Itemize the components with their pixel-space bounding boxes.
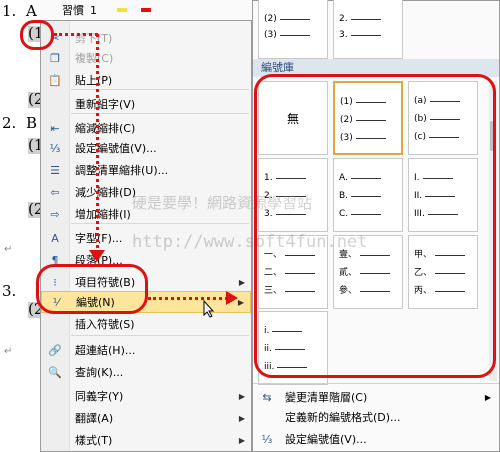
menu-icon-blank xyxy=(41,313,69,335)
annotation-arrow-line xyxy=(96,34,99,254)
menu-item-label: 查詢(K)... xyxy=(75,366,124,379)
recent-numbering-tile-1[interactable]: (2) (3) xyxy=(258,0,328,59)
highlight-swatch[interactable] xyxy=(117,8,127,12)
paragraph-mark: ↵ xyxy=(4,346,13,357)
doc-line-text: A xyxy=(26,2,37,20)
list-level-icon: ⇆ xyxy=(262,390,272,404)
menu-icon-blank xyxy=(41,93,69,115)
submenu-arrow-icon: ▶ xyxy=(238,413,245,423)
menu-item-label: 貼上(P) xyxy=(75,74,113,87)
numbering-footer-item-0[interactable]: ⇆ 變更清單階層(C) ▶ xyxy=(253,387,499,407)
menu-item-label: 設定編號值(V)... xyxy=(75,142,157,155)
doc-line-number: 3. xyxy=(2,282,17,300)
numbering-value-icon: ⅓ xyxy=(49,141,61,155)
mouse-cursor-icon xyxy=(203,300,215,318)
menu-item-label: 同義字(Y) xyxy=(75,390,124,403)
font-icon: A xyxy=(51,231,59,245)
menu-item-label: 減少縮排(D) xyxy=(75,186,137,199)
paragraph-mark: ↵ xyxy=(4,244,13,255)
menu-icon-blank xyxy=(41,385,69,407)
menu-item-label: 複製(C) xyxy=(75,52,114,65)
menu-item-label: 樣式(T) xyxy=(75,434,113,447)
menu-item-14[interactable]: 🔗 超連結(H)... xyxy=(41,339,251,361)
menu-item-label: 縮減縮排(C) xyxy=(75,122,136,135)
annotation-circle-library xyxy=(254,74,496,378)
outdent-icon: ⇦ xyxy=(50,185,60,199)
menu-item-0[interactable]: ✂ 剪下(T) xyxy=(41,27,251,49)
submenu-arrow-icon: ▶ xyxy=(237,297,244,307)
menu-item-1[interactable]: ❐ 複製(C) xyxy=(41,47,251,69)
menu-item-18[interactable]: 樣式(T) ▶ xyxy=(41,429,251,451)
annotation-arrow-line xyxy=(148,297,228,300)
menu-item-3[interactable]: 重新組字(V) xyxy=(41,93,251,115)
menu-item-16[interactable]: 同義字(Y) ▶ xyxy=(41,385,251,407)
doc-line-number: 1. xyxy=(2,2,17,20)
list-indent-icon: ☰ xyxy=(50,163,60,177)
footer-item-label: 變更清單階層(C) xyxy=(285,391,368,404)
annotation-circle-menu xyxy=(36,264,148,314)
decrease-indent-icon: ⇤ xyxy=(50,121,60,135)
doc-line-number: 2. xyxy=(2,114,17,132)
numbering-footer-item-2[interactable]: ⅓ 設定編號值(V)... xyxy=(253,429,499,449)
font-color-swatch[interactable] xyxy=(141,8,151,12)
set-value-icon: ⅓ xyxy=(261,432,273,446)
annotation-circle-source xyxy=(20,20,54,50)
indent-icon: ⇨ xyxy=(50,207,60,221)
style-dropdown[interactable]: 習慣 xyxy=(40,2,84,18)
menu-item-6[interactable]: ☰ 調整清單縮排(U)... xyxy=(41,159,251,181)
font-size-dropdown[interactable]: 1 xyxy=(84,4,97,17)
hyperlink-icon: 🔗 xyxy=(48,343,62,357)
menu-item-label: 增加縮排(I) xyxy=(75,208,131,221)
submenu-arrow-icon: ▶ xyxy=(238,435,245,445)
mini-toolbar: 習慣 1 xyxy=(40,0,252,21)
menu-item-label: 插入符號(S) xyxy=(75,318,135,331)
menu-item-label: 超連結(H)... xyxy=(75,344,136,357)
submenu-arrow-icon: ▶ xyxy=(238,277,245,287)
numbering-footer-item-1[interactable]: 定義新的編號格式(D)... xyxy=(253,407,499,427)
annotation-arrow-head xyxy=(89,250,105,262)
submenu-arrow-icon: ▶ xyxy=(238,391,245,401)
menu-item-2[interactable]: 📋 貼上(P) xyxy=(41,69,251,91)
menu-item-13[interactable]: 插入符號(S) xyxy=(41,313,251,335)
submenu-arrow-icon: ▶ xyxy=(484,392,491,402)
annotation-arrow-line xyxy=(54,33,98,36)
footer-item-label: 設定編號值(V)... xyxy=(285,433,367,446)
menu-icon-blank xyxy=(41,407,69,429)
menu-item-4[interactable]: ⇤ 縮減縮排(C) xyxy=(41,117,251,139)
recent-numbering-tile-2[interactable]: 2. 3. xyxy=(333,0,403,59)
copy-icon: ❐ xyxy=(50,51,60,65)
menu-item-17[interactable]: 翻譯(A) ▶ xyxy=(41,407,251,429)
doc-line-text: B xyxy=(26,114,38,132)
menu-item-label: 翻譯(A) xyxy=(75,412,114,425)
paste-icon: 📋 xyxy=(48,73,62,87)
menu-item-5[interactable]: ⅓ 設定編號值(V)... xyxy=(41,137,251,159)
menu-item-label: 重新組字(V) xyxy=(75,98,136,111)
menu-icon-blank xyxy=(41,429,69,451)
menu-item-15[interactable]: 🔍 查詢(K)... xyxy=(41,361,251,383)
annotation-arrow-head xyxy=(226,291,238,305)
lookup-icon: 🔍 xyxy=(48,365,62,379)
footer-item-label: 定義新的編號格式(D)... xyxy=(285,411,401,424)
menu-item-label: 調整清單縮排(U)... xyxy=(75,164,169,177)
